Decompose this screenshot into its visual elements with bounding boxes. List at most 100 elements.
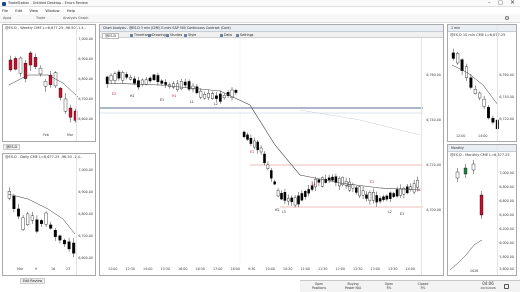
bar-label: L2 [214,102,218,106]
workspace-tab-1[interactable]: @ES.D [3,144,21,150]
candle [263,153,266,164]
candle [276,190,280,197]
y-tick: 6,800.00 [499,185,514,189]
candle [207,93,210,98]
candle [395,189,399,197]
candle [399,188,402,196]
candle [307,189,310,194]
y-tick: 6,800.00 [78,77,93,81]
chart-monthly[interactable]: Monthly @ES.D - Monthly CME L=6,677.25 7… [447,144,517,276]
x-tick: 16:30 [195,267,206,271]
x-tick: 9:30 [248,267,256,271]
chart-daily[interactable]: @ES.D - Daily CME L=6,677.25 -96.50 -1.4… [2,153,96,276]
candle [416,179,419,188]
candle [152,74,156,81]
menu-view[interactable]: View [30,9,39,13]
settings-icon[interactable] [505,16,509,20]
candle [358,186,361,197]
candle [287,198,290,202]
x-tick: 10:00 [265,267,276,271]
y-tick: 6,700.00 [78,234,93,238]
x-tick: 14:00 [143,267,153,271]
x-tick: 23 [66,267,71,271]
status-clock: 04:06 10/3/2026 [480,281,496,291]
ribbon-analysis[interactable]: Analysis Graph [63,16,88,20]
maximize-button[interactable]: □ [498,0,503,6]
x-tick: 16 [51,267,56,271]
candle [290,197,293,202]
candle [68,107,73,118]
candle [35,219,39,232]
candle [471,163,476,171]
moving-average-line [449,239,483,271]
bar-label: H2 [275,208,279,212]
candle [211,93,214,99]
candle [121,72,125,81]
candle [297,195,300,205]
candle [473,89,477,94]
status-open-positions[interactable]: Open Positions [304,282,334,290]
workspace-tab-2[interactable]: Edit Review [20,278,46,284]
x-tick: Mar [17,267,24,271]
menu-edit[interactable]: Edit [15,9,22,13]
candle [317,179,321,183]
candle [392,193,395,197]
y-tick: 6,740.00 [499,95,514,99]
x-tick: Feb [43,133,49,137]
bar-label: E2 [330,178,334,182]
bar-label: E1 [160,98,164,102]
candle [406,186,409,194]
candle [13,58,18,70]
candle [280,192,283,200]
menu-help[interactable]: Help [67,9,75,13]
menu-window[interactable]: Window [45,9,59,13]
ribbon-apps[interactable]: Apps [3,16,11,20]
chart-main-plot[interactable]: E2 H2E1H1L1 L2E1H2 L3L1E2H2E1L2 E1H2 [100,25,444,276]
candle [109,75,113,81]
notification-icon[interactable] [504,284,509,289]
minimize-button[interactable]: – [488,0,491,6]
status-buying-power[interactable]: Buying Power N/A [338,282,368,290]
candle [156,75,160,83]
bar-label: L1 [190,100,194,104]
bar-label: L1 [312,182,316,186]
ribbon-trade[interactable]: Trade [36,16,45,20]
candle [58,87,63,98]
bar-label: E1 [370,180,374,184]
candle [469,77,473,88]
y-tick: 6,720.00 [426,163,441,167]
secondary-ma-line [299,109,421,136]
menu-file[interactable]: File [2,9,8,13]
candle [44,212,48,225]
y-tick: 6,600.00 [499,199,514,203]
y-tick: 6,600.00 [78,256,93,260]
x-tick: Mar [67,133,74,137]
candle [67,241,71,250]
y-tick: 6,760.00 [426,73,441,77]
candle [355,187,358,193]
moving-average-line [8,74,79,98]
candle [385,195,389,200]
candle [30,215,34,221]
candle [140,79,144,85]
chart-10min[interactable]: 1 min @ES.D 10 min CME L=6,677.25 6,760.… [447,24,517,142]
chart-main-window[interactable]: Chart Analysis - @ES.D 3 min (CME) E-min… [99,24,444,276]
close-button[interactable]: × [510,0,515,6]
app-title: TradeStation - Untitled Desktop - Errors… [8,1,88,5]
candle [179,81,183,90]
x-tick: 11:00 [300,267,311,271]
status-open-pl[interactable]: Open P/L [374,282,404,290]
bar-label: H1 [172,94,176,98]
status-closed-pl[interactable]: Closed P/L [408,282,438,290]
bar-label: L3 [282,210,286,214]
candle [63,98,68,112]
candle [368,192,372,201]
y-tick: 6,200.00 [499,227,514,231]
chart-weekly[interactable]: @ES.D - Weekly CME L=6,677.25 -96.50 -1.… [2,24,96,142]
y-tick: 6,900.00 [78,57,93,61]
x-tick: 17:00 [213,267,223,271]
ema-line [105,82,421,191]
candle [321,177,324,187]
candle [273,181,276,185]
candle [259,147,263,153]
